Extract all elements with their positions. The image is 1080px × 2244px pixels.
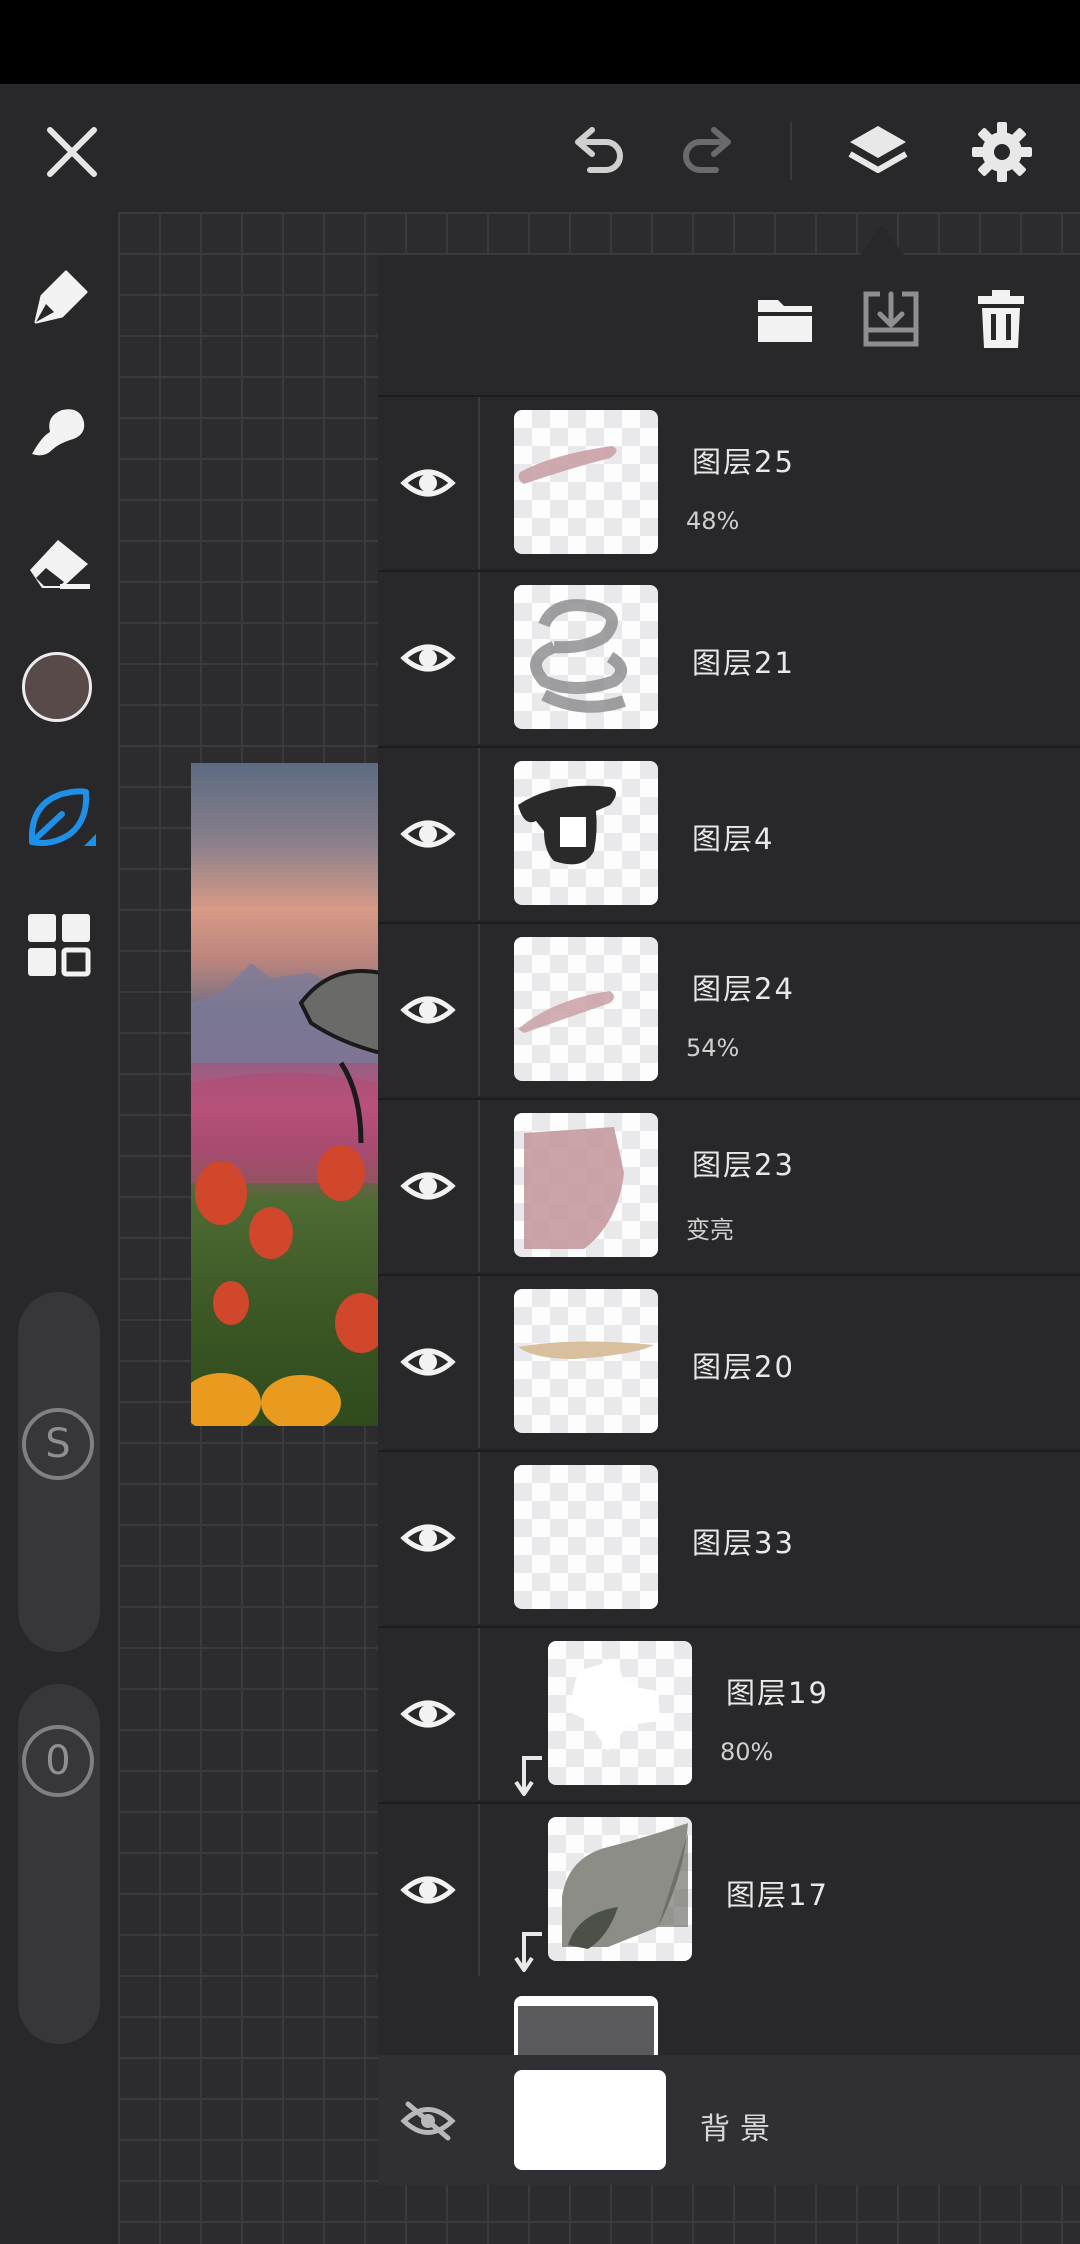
layer-name: 图层20 <box>692 1350 795 1384</box>
status-bar <box>0 0 1080 84</box>
layer-thumbnail <box>514 761 658 905</box>
layer-opacity-or-blend: 48% <box>686 507 740 535</box>
row-separator <box>478 1276 480 1448</box>
toolbar-separator <box>790 122 792 180</box>
trash-icon[interactable] <box>970 288 1032 350</box>
layer-row[interactable] <box>378 1098 1080 1272</box>
row-separator <box>478 1804 480 1976</box>
eye-icon[interactable] <box>400 1342 456 1382</box>
layer-thumbnail <box>514 1465 658 1609</box>
panel-caret <box>860 225 904 255</box>
layer-thumbnail <box>514 585 658 729</box>
background-layer-name: 背景 <box>700 2112 780 2147</box>
merge-down-icon[interactable] <box>860 288 922 350</box>
layer-row[interactable] <box>378 395 1080 569</box>
pencil-icon[interactable] <box>22 262 96 336</box>
layer-name: 图层33 <box>692 1526 795 1560</box>
top-toolbar <box>0 84 1080 212</box>
layer-thumbnail <box>514 1289 658 1433</box>
layer-opacity-or-blend: 54% <box>686 1034 740 1062</box>
layer-thumbnail <box>514 410 658 554</box>
eye-icon[interactable] <box>400 1518 456 1558</box>
eye-hidden-icon[interactable] <box>400 2100 456 2142</box>
layer-name: 图层24 <box>692 972 795 1006</box>
grid-icon[interactable] <box>22 908 96 982</box>
brush-size-handle[interactable]: S <box>22 1408 94 1480</box>
layer-name: 图层4 <box>692 822 775 856</box>
layer-thumbnail-partial <box>514 1996 658 2055</box>
layer-row[interactable] <box>378 1626 1080 1800</box>
brush-opacity-handle[interactable]: 0 <box>22 1725 94 1797</box>
undo-icon[interactable] <box>566 120 630 184</box>
layer-opacity-or-blend: 变亮 <box>686 1216 734 1244</box>
smudge-icon[interactable] <box>22 396 96 470</box>
layer-name: 图层25 <box>692 445 795 479</box>
row-separator <box>478 1100 480 1272</box>
row-separator <box>478 397 480 569</box>
row-separator <box>478 1628 480 1800</box>
layer-opacity-or-blend: 80% <box>720 1738 774 1766</box>
eraser-icon[interactable] <box>22 526 96 600</box>
eye-icon[interactable] <box>400 814 456 854</box>
layer-thumbnail <box>514 1113 658 1257</box>
background-thumbnail <box>514 2070 666 2170</box>
layer-thumbnail <box>548 1817 692 1961</box>
layer-thumbnail <box>548 1641 692 1785</box>
eye-icon[interactable] <box>400 1694 456 1734</box>
row-separator <box>478 748 480 920</box>
layer-name: 图层21 <box>692 646 795 680</box>
eye-icon[interactable] <box>400 990 456 1030</box>
layer-name: 图层17 <box>726 1878 829 1912</box>
row-separator <box>478 572 480 744</box>
clipping-mask-arrow-icon <box>514 1932 542 1972</box>
row-separator <box>478 1452 480 1624</box>
close-icon[interactable] <box>40 120 104 184</box>
layer-thumbnail <box>514 937 658 1081</box>
color-swatch[interactable] <box>22 652 92 722</box>
layers-icon[interactable] <box>846 120 910 184</box>
eye-icon[interactable] <box>400 1166 456 1206</box>
layer-name: 图层19 <box>726 1676 829 1710</box>
eye-icon[interactable] <box>400 463 456 503</box>
row-separator <box>478 924 480 1096</box>
eye-icon[interactable] <box>400 638 456 678</box>
gear-icon[interactable] <box>970 120 1034 184</box>
layer-row[interactable] <box>378 922 1080 1096</box>
clipping-mask-arrow-icon <box>514 1756 542 1796</box>
eye-icon[interactable] <box>400 1870 456 1910</box>
redo-icon[interactable] <box>676 120 740 184</box>
layer-name: 图层23 <box>692 1148 795 1182</box>
canvas-artwork <box>191 763 381 1426</box>
leaf-brush-icon[interactable] <box>22 780 96 854</box>
folder-icon[interactable] <box>754 288 816 350</box>
